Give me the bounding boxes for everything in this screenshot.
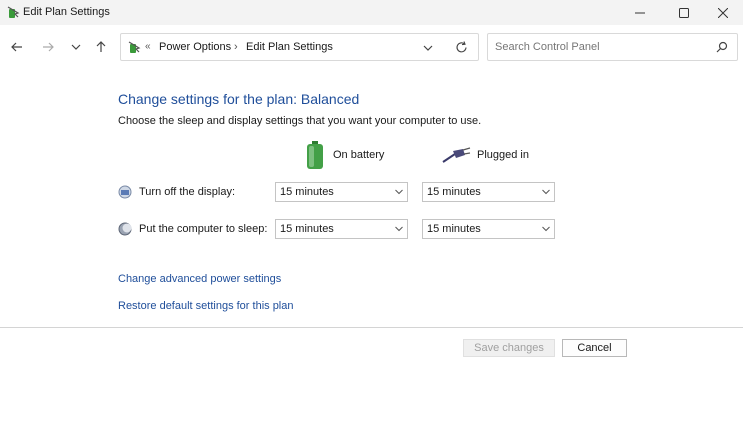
display-icon xyxy=(118,185,132,199)
sleep-battery-select[interactable]: 15 minutes xyxy=(275,219,408,239)
display-battery-value: 15 minutes xyxy=(280,186,334,198)
chevron-down-icon xyxy=(395,226,403,232)
sleep-battery-value: 15 minutes xyxy=(280,223,334,235)
address-bar[interactable]: « Power Options › Edit Plan Settings xyxy=(120,33,479,61)
chevron-down-icon xyxy=(71,44,81,50)
battery-icon xyxy=(307,141,323,169)
footer-divider xyxy=(0,327,743,328)
maximize-icon xyxy=(679,7,689,18)
search-icon[interactable] xyxy=(716,41,728,53)
cancel-button[interactable]: Cancel xyxy=(562,339,627,357)
display-setting-label: Turn off the display: xyxy=(118,185,235,199)
display-battery-select[interactable]: 15 minutes xyxy=(275,182,408,202)
close-button[interactable] xyxy=(703,0,743,25)
display-label-text: Turn off the display: xyxy=(139,186,235,198)
advanced-power-settings-link[interactable]: Change advanced power settings xyxy=(118,273,281,285)
column-label-battery: On battery xyxy=(333,149,385,161)
forward-button[interactable] xyxy=(38,37,58,57)
column-header-battery: On battery xyxy=(305,140,384,170)
maximize-button[interactable] xyxy=(664,0,704,25)
navigation-bar: « Power Options › Edit Plan Settings Sea… xyxy=(0,25,743,70)
column-header-plugged: Plugged in xyxy=(441,146,529,164)
arrow-right-icon xyxy=(43,42,54,52)
sleep-plugged-select[interactable]: 15 minutes xyxy=(422,219,555,239)
breadcrumb-power-options[interactable]: Power Options xyxy=(159,41,231,53)
page-title: Change settings for the plan: Balanced xyxy=(118,91,360,107)
breadcrumb-separator: › xyxy=(234,41,238,53)
sleep-label-text: Put the computer to sleep: xyxy=(139,223,268,235)
power-plug-icon xyxy=(442,147,471,163)
address-dropdown-icon[interactable] xyxy=(423,43,433,53)
breadcrumb-overflow[interactable]: « xyxy=(145,41,151,52)
search-placeholder: Search Control Panel xyxy=(495,41,600,53)
title-bar: Edit Plan Settings xyxy=(0,0,743,25)
breadcrumb-edit-plan-settings[interactable]: Edit Plan Settings xyxy=(246,41,333,53)
sleep-setting-label: Put the computer to sleep: xyxy=(118,222,267,236)
arrow-left-icon xyxy=(11,42,22,52)
close-icon xyxy=(718,7,728,18)
chevron-down-icon xyxy=(395,189,403,195)
window-title: Edit Plan Settings xyxy=(23,6,110,18)
restore-defaults-link[interactable]: Restore default settings for this plan xyxy=(118,300,293,312)
sleep-moon-icon xyxy=(118,222,132,236)
power-options-icon xyxy=(7,6,20,18)
column-label-plugged: Plugged in xyxy=(477,149,529,161)
display-plugged-select[interactable]: 15 minutes xyxy=(422,182,555,202)
chevron-down-icon xyxy=(542,189,550,195)
minimize-button[interactable] xyxy=(620,0,660,25)
power-options-icon xyxy=(128,41,141,53)
display-plugged-value: 15 minutes xyxy=(427,186,481,198)
recent-locations-button[interactable] xyxy=(66,37,86,57)
refresh-icon[interactable] xyxy=(455,41,468,54)
up-button[interactable] xyxy=(91,37,111,57)
minimize-icon xyxy=(635,12,645,13)
search-field[interactable]: Search Control Panel xyxy=(487,33,738,61)
sleep-plugged-value: 15 minutes xyxy=(427,223,481,235)
arrow-up-icon xyxy=(96,41,106,52)
save-changes-button[interactable]: Save changes xyxy=(463,339,555,357)
page-description: Choose the sleep and display settings th… xyxy=(118,115,482,127)
back-button[interactable] xyxy=(7,37,27,57)
chevron-down-icon xyxy=(542,226,550,232)
